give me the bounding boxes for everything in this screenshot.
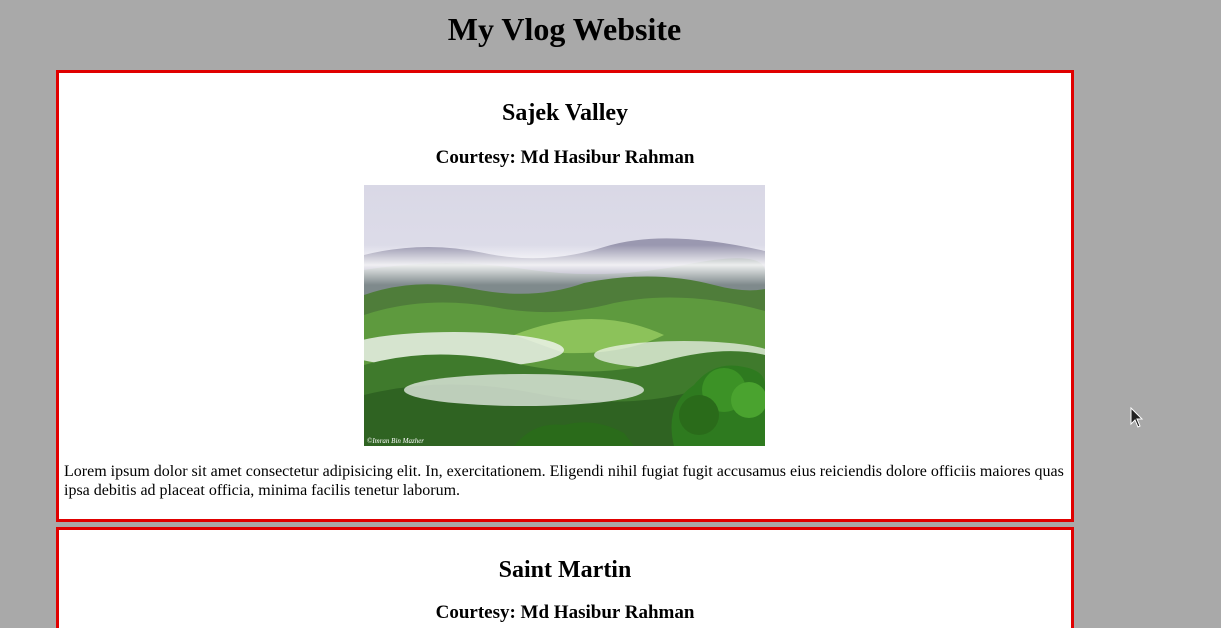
post-body: Lorem ipsum dolor sit amet consectetur a… bbox=[64, 463, 1064, 499]
post-title: Saint Martin bbox=[498, 557, 632, 583]
page: My Vlog Website Sajek Valley Courtesy: M… bbox=[0, 0, 1221, 628]
post-title: Sajek Valley bbox=[501, 100, 629, 126]
post-card-sajek-valley: Sajek Valley Courtesy: Md Hasibur Rahman bbox=[56, 70, 1074, 522]
post-image: ©Imran Bin Mazher bbox=[364, 185, 765, 446]
post-card-saint-martin: Saint Martin Courtesy: Md Hasibur Rahman bbox=[56, 527, 1074, 628]
post-courtesy: Courtesy: Md Hasibur Rahman bbox=[435, 147, 695, 168]
site-title: My Vlog Website bbox=[447, 11, 682, 47]
mouse-pointer-icon bbox=[1130, 407, 1144, 428]
post-courtesy: Courtesy: Md Hasibur Rahman bbox=[435, 602, 695, 623]
image-watermark: ©Imran Bin Mazher bbox=[367, 437, 424, 445]
